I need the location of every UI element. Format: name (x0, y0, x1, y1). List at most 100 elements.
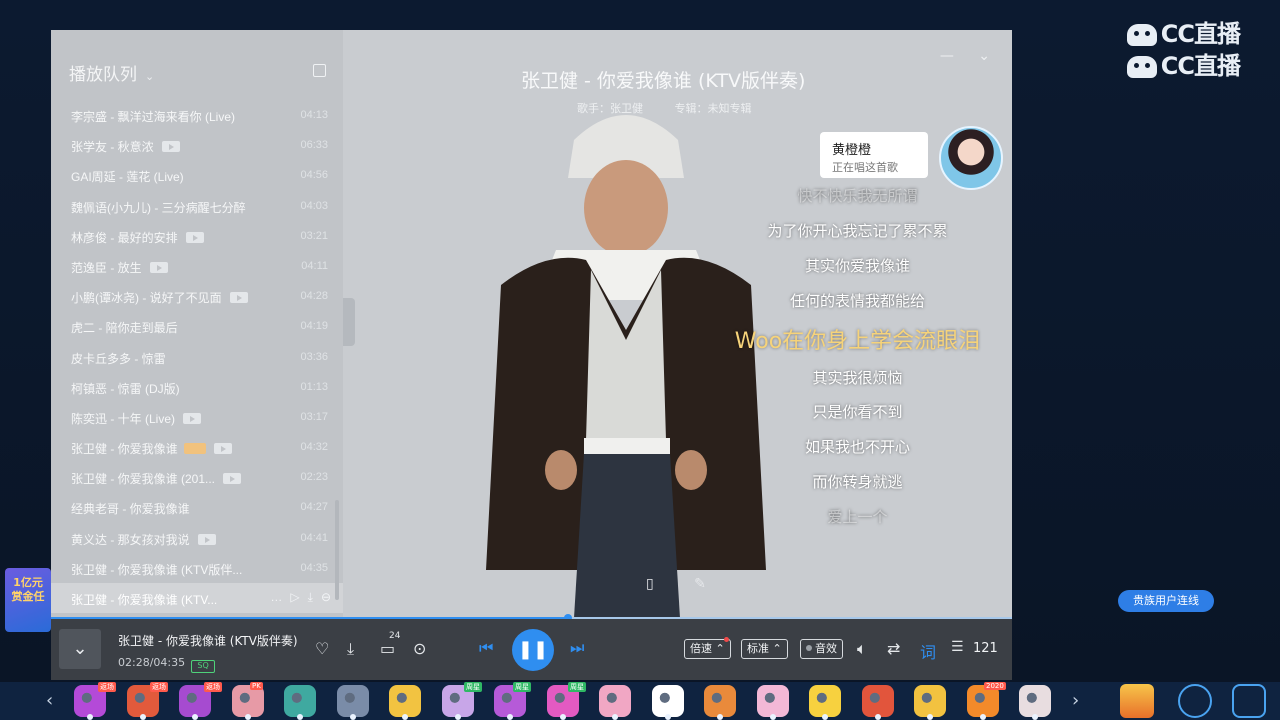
playlist-row[interactable]: 柯镇恶 - 惊雷 (DJ版) 01:13 (51, 372, 343, 402)
playlist-row[interactable]: 范逸臣 - 放生 04:11 (51, 251, 343, 281)
playlist-row[interactable]: 陈奕迅 - 十年 (Live) 03:17 (51, 402, 343, 432)
mv-icon[interactable] (183, 412, 202, 424)
promo-banner[interactable]: 1亿元 赏金任 (5, 568, 51, 632)
previous-icon[interactable]: ⏮ (479, 638, 493, 658)
lyric-line: 只是你看不到 (812, 403, 903, 421)
mv-icon[interactable] (223, 473, 242, 485)
playlist-row[interactable]: 李宗盛 - 飘洋过海来看你 (Live) 04:13 (51, 100, 343, 130)
mv-icon[interactable] (185, 231, 204, 243)
playlist-row-title: 经典老哥 - 你爱我像谁 (71, 500, 190, 517)
singer-avatar[interactable] (939, 126, 1003, 190)
bunny-gift-icon[interactable] (651, 685, 684, 720)
collapse-icon[interactable]: ⌄ (978, 48, 990, 64)
song-name: 张卫健 - 你爱我像谁 (KTV... (71, 593, 218, 607)
playlist-row[interactable]: 皮卡丘多多 - 惊雷 03:36 (51, 342, 343, 372)
cc-logo-icon (1126, 24, 1157, 46)
gift-badge: 周星 (513, 682, 531, 692)
playlist-row[interactable]: 黄义达 - 那女孩对我说 04:41 (51, 523, 343, 553)
sound-effect-button[interactable]: 音效 (800, 639, 843, 659)
playlist-row-active[interactable]: 张卫健 - 你爱我像谁 (KTV... … ▷ ⤓ ⊖ (51, 583, 343, 614)
playlist-list: 李宗盛 - 飘洋过海来看你 (Live) 04:13 张学友 - 秋意浓 06:33 G… (51, 100, 343, 614)
ticket-gift-icon[interactable] (389, 685, 421, 720)
rose-gift-icon[interactable] (861, 685, 894, 720)
shop-icon[interactable] (1232, 684, 1266, 718)
download-icon[interactable]: ⤓ (308, 590, 313, 604)
gift-count-dot (979, 714, 986, 720)
mv-icon[interactable] (229, 292, 248, 304)
download-icon[interactable]: ⤓ (347, 639, 354, 659)
singer-card[interactable]: 黄橙橙 正在唱这首歌 (820, 132, 928, 178)
song-duration: 04:03 (300, 199, 328, 212)
playlist-row[interactable]: 魏佩语(小九儿) - 三分病醒七分醉 04:03 (51, 191, 343, 221)
mv-icon[interactable] (149, 261, 168, 273)
pause-button[interactable]: ❚❚ (512, 629, 554, 671)
chevron-down-icon[interactable]: ⌄ (145, 70, 154, 83)
orange-face-gift-icon[interactable] (704, 685, 736, 720)
web-gift-icon[interactable] (284, 685, 316, 720)
repeat-icon[interactable]: ⇄ (887, 639, 900, 658)
heart-gift-icon[interactable] (599, 685, 631, 720)
singer-status: 正在唱这首歌 (832, 161, 898, 174)
song-name: 范逸臣 - 放生 (71, 260, 142, 275)
lyrics-toggle-icon[interactable]: 词 (920, 639, 936, 663)
playlist-icon[interactable]: ☰ (951, 639, 964, 655)
vip-link-button[interactable]: 贵族用户连线 (1118, 590, 1214, 612)
now-playing-title: 张卫健 - 你爱我像谁 (KTV版伴奏) (521, 70, 806, 92)
quality-button[interactable]: 标准 ⌃ (741, 639, 788, 659)
more-icon[interactable]: … (270, 590, 282, 604)
playlist-row[interactable]: 小鹏(谭冰尧) - 说好了不见面 04:28 (51, 281, 343, 311)
speed-button[interactable]: 倍速 ⌃ (684, 639, 731, 659)
playlist-row[interactable]: 虎二 - 陪你走到最后 04:19 (51, 311, 343, 341)
remove-icon[interactable]: ⊖ (321, 590, 331, 604)
more-icon[interactable]: ⊙ (413, 639, 426, 658)
desktop-lyric-icon[interactable]: ▯ (646, 576, 654, 592)
mic-icon[interactable]: ✎ (694, 576, 706, 592)
card-gift-icon[interactable] (1019, 685, 1051, 720)
first-charge-gift-icon[interactable] (1120, 684, 1154, 718)
export-icon[interactable] (313, 64, 326, 77)
heart-icon[interactable]: ♡ (315, 639, 329, 658)
playlist-row[interactable]: 张学友 - 秋意浓 06:33 (51, 130, 343, 160)
gift-badge: 2020 (984, 682, 1006, 690)
playback-time: 02:28/04:35 SQ (118, 656, 216, 673)
mv-icon[interactable] (197, 533, 216, 545)
trident-gift-icon[interactable] (336, 685, 369, 720)
gift-count-dot (874, 714, 881, 720)
minimize-icon[interactable]: — (940, 48, 954, 64)
gift-badge: 返场 (98, 682, 116, 692)
duck-gift-icon[interactable] (809, 685, 841, 720)
gift-next-arrow-icon[interactable]: › (1072, 690, 1079, 711)
song-name: 经典老哥 - 你爱我像谁 (71, 502, 190, 517)
playlist-row[interactable]: 张卫健 - 你爱我像谁 (KTV版伴... 04:35 (51, 553, 343, 583)
gift-count-dot (454, 714, 461, 720)
playlist-row-title: 李宗盛 - 飘洋过海来看你 (Live) (71, 108, 235, 125)
comment-icon[interactable]: ▭ (380, 639, 395, 658)
volume-icon[interactable]: 🔈︎ (857, 639, 867, 659)
collapse-playlist-handle[interactable] (343, 298, 355, 346)
playlist-row[interactable]: 经典老哥 - 你爱我像谁 04:27 (51, 492, 343, 522)
playlist-title[interactable]: 播放队列 ⌄ (69, 60, 154, 85)
playlist-row[interactable]: GAI周延 - 莲花 (Live) 04:56 (51, 160, 343, 190)
expand-icon[interactable]: ⌄ (59, 629, 101, 669)
gift-count-dot (244, 714, 251, 720)
coin-gift-icon[interactable] (914, 685, 946, 720)
bag-icon[interactable] (1178, 684, 1212, 718)
song-name: 张卫健 - 你爱我像谁 (71, 442, 178, 457)
playlist-row[interactable]: 林彦俊 - 最好的安排 03:21 (51, 221, 343, 251)
next-icon[interactable]: ⏭ (570, 638, 584, 658)
playlist-row[interactable]: 张卫健 - 你爱我像谁 04:32 (51, 432, 343, 462)
mv-icon[interactable] (213, 443, 232, 455)
gift-prev-arrow-icon[interactable]: ‹ (46, 690, 53, 711)
cc-live-logo-top: CC直播 (1126, 14, 1241, 49)
playlist-row-title: 黄义达 - 那女孩对我说 (71, 531, 216, 548)
playlist-row-title: 小鹏(谭冰尧) - 说好了不见面 (71, 289, 248, 306)
playlist-scrollbar[interactable] (335, 500, 339, 600)
song-name: 李宗盛 - 飘洋过海来看你 (Live) (71, 110, 236, 124)
playlist-row[interactable]: 张卫健 - 你爱我像谁 (201... 02:23 (51, 462, 343, 492)
control-song-title[interactable]: 张卫健 - 你爱我像谁 (KTV版伴奏) (118, 632, 298, 649)
mv-icon[interactable] (161, 141, 180, 153)
sq-badge: SQ (191, 660, 216, 673)
window-controls: — ⌄ (920, 48, 990, 64)
play-icon[interactable]: ▷ (290, 590, 299, 604)
girl-gift-icon[interactable] (756, 685, 789, 720)
